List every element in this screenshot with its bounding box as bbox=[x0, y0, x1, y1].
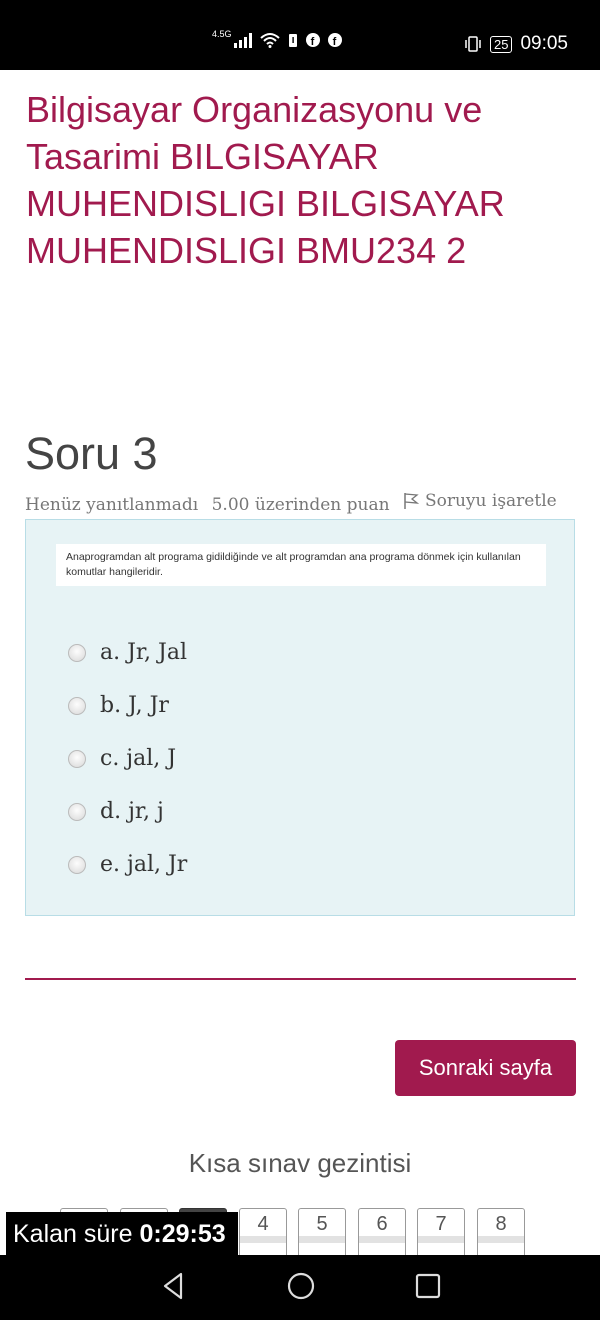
clock: 09:05 bbox=[520, 33, 568, 54]
answer-option-a[interactable]: a. Jr, Jal bbox=[68, 640, 187, 665]
status-bar: 4.5G f f 25 09:05 bbox=[0, 0, 600, 70]
vibrate-icon bbox=[465, 36, 481, 52]
divider bbox=[25, 978, 576, 980]
answer-label: e. jal, Jr bbox=[100, 852, 188, 877]
time-remaining: Kalan süre 0:29:53 bbox=[6, 1212, 238, 1256]
flag-question-button[interactable]: Soruyu işaretle bbox=[403, 491, 565, 511]
radio-button[interactable] bbox=[68, 802, 86, 821]
svg-text:f: f bbox=[310, 36, 314, 47]
timer-label: Kalan süre bbox=[13, 1220, 133, 1248]
answer-label: a. Jr, Jal bbox=[100, 640, 187, 665]
question-points: 5.00 üzerinden puan bbox=[211, 495, 390, 515]
flag-icon bbox=[404, 493, 419, 509]
answer-option-b[interactable]: b. J, Jr bbox=[68, 693, 169, 718]
radio-button[interactable] bbox=[68, 696, 86, 715]
course-title: Bilgisayar Organizasyonu ve Tasarimi BIL… bbox=[26, 89, 505, 271]
answer-option-d[interactable]: d. jr, j bbox=[68, 799, 164, 824]
quiz-nav-button[interactable]: 5 bbox=[298, 1208, 346, 1258]
question-info: Henüz yanıtlanmadı 5.00 üzerinden puan S… bbox=[25, 491, 585, 515]
answer-label: c. jal, J bbox=[100, 746, 177, 771]
question-text: Anaprogramdan alt programa gidildiğinde … bbox=[56, 544, 546, 586]
answer-option-c[interactable]: c. jal, J bbox=[68, 746, 176, 771]
signal-icon bbox=[233, 32, 252, 48]
quiz-nav-button[interactable]: 6 bbox=[358, 1208, 406, 1258]
question-box: Anaprogramdan alt programa gidildiğinde … bbox=[25, 519, 575, 916]
quiz-nav-button[interactable]: 7 bbox=[417, 1208, 465, 1258]
facebook-icon: f bbox=[305, 33, 320, 47]
next-page-button[interactable]: Sonraki sayfa bbox=[395, 1040, 576, 1096]
wifi-icon bbox=[259, 33, 280, 48]
svg-text:f: f bbox=[332, 36, 336, 47]
radio-button[interactable] bbox=[68, 749, 86, 768]
facebook-icon: f bbox=[327, 33, 342, 47]
radio-button[interactable] bbox=[68, 643, 86, 662]
system-navigation-bar bbox=[0, 1255, 600, 1320]
radio-button[interactable] bbox=[68, 855, 86, 874]
home-icon[interactable] bbox=[286, 1271, 316, 1301]
question-state: Henüz yanıtlanmadı bbox=[25, 495, 199, 515]
question-heading: Soru 3 bbox=[25, 428, 158, 479]
answer-label: b. J, Jr bbox=[100, 693, 169, 718]
answer-label: d. jr, j bbox=[100, 799, 164, 824]
quiz-nav-button[interactable]: 8 bbox=[477, 1208, 525, 1258]
flag-label: Soruyu işaretle bbox=[424, 491, 557, 511]
alert-battery-icon bbox=[288, 34, 297, 47]
quiz-navigation-title: Kısa sınav gezintisi bbox=[188, 1148, 412, 1178]
timer-value: 0:29:53 bbox=[139, 1220, 226, 1248]
network-type: 4.5G bbox=[212, 29, 232, 39]
back-icon[interactable] bbox=[160, 1271, 186, 1301]
quiz-nav-button[interactable]: 4 bbox=[239, 1208, 287, 1258]
battery-icon: 25 bbox=[489, 35, 513, 53]
answer-option-e[interactable]: e. jal, Jr bbox=[68, 852, 187, 877]
recent-apps-icon[interactable] bbox=[414, 1271, 442, 1301]
